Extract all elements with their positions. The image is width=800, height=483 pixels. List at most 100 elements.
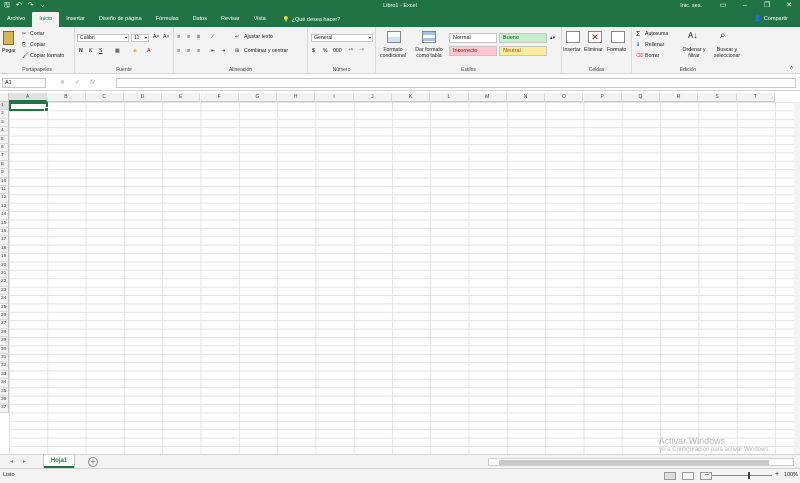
row-header[interactable]: 35 [0,387,9,396]
merge-center-icon[interactable]: ⊞ [235,48,239,54]
row-header[interactable]: 20 [0,261,9,270]
column-header[interactable]: Q [621,93,661,102]
orientation-icon[interactable]: ⟋ [211,34,215,41]
style-bad[interactable]: Incorrecto [449,46,497,56]
row-header[interactable]: 14 [0,211,9,220]
row-header[interactable]: 26 [0,312,9,321]
delete-cells-button[interactable]: Eliminar [584,47,603,53]
number-format-select[interactable]: General ▾ [311,34,373,42]
cut-icon[interactable]: ✂ [22,31,26,37]
font-name-select[interactable]: Calibri ▾ [77,34,129,42]
copy-icon[interactable]: ⎘ [22,42,26,49]
column-header[interactable]: P [583,93,622,102]
row-header[interactable]: 19 [0,253,9,262]
row-header[interactable]: 2 [0,110,9,119]
horizontal-scrollbar[interactable] [488,458,794,466]
wrap-text-button[interactable]: Ajustar texto [244,34,273,40]
column-header[interactable]: G [238,93,278,102]
zoom-knob[interactable] [748,472,750,479]
format-as-table-button[interactable]: Dar formato como tabla [411,47,447,59]
style-normal[interactable]: Normal [449,33,497,43]
format-cells-button[interactable]: Formato [607,47,626,53]
row-header[interactable]: 3 [0,118,9,128]
add-sheet-icon[interactable]: + [88,457,98,467]
align-right-icon[interactable]: ≡ [197,48,200,54]
zoom-in-icon[interactable]: + [775,471,779,478]
column-header[interactable]: L [430,93,469,102]
column-header[interactable]: E [162,93,201,102]
row-header[interactable]: 22 [0,278,9,287]
column-header[interactable]: K [392,93,431,102]
column-header[interactable]: S [698,93,737,102]
styles-scroll-icon[interactable]: ▴▾ [550,35,555,41]
align-left-icon[interactable]: ≡ [177,48,180,54]
normal-view-icon[interactable] [664,472,676,480]
row-header[interactable]: 27 [0,320,9,329]
sign-in-link[interactable]: Inic. ses. [680,0,702,12]
row-header[interactable]: 37 [0,404,9,413]
column-header[interactable]: C [85,93,124,102]
row-header[interactable]: 21 [0,270,9,279]
sort-filter-icon[interactable]: A↓ [688,31,697,40]
enter-icon[interactable]: ✓ [75,78,80,88]
name-box[interactable]: A1 [2,78,46,88]
column-header[interactable]: R [660,93,699,102]
zoom-slider[interactable] [712,472,772,479]
row-header[interactable]: 24 [0,295,9,304]
decrease-indent-icon[interactable]: ⇤ [211,48,215,54]
autosum-button[interactable]: Autosuma [645,31,668,37]
row-header[interactable]: 12 [0,194,9,203]
autosum-icon[interactable]: Σ [636,31,640,38]
cancel-icon[interactable]: ✕ [60,78,65,88]
row-header[interactable]: 9 [0,169,9,178]
style-neutral[interactable]: Neutral [499,46,547,56]
tab-revisar[interactable]: Revisar [214,12,247,27]
percent-button[interactable]: % [323,48,328,54]
row-header[interactable]: 17 [0,236,9,245]
formula-input[interactable] [116,78,796,88]
row-header[interactable]: 30 [0,345,9,354]
active-cell[interactable] [9,102,49,112]
increase-indent-icon[interactable]: ⇥ [221,48,225,54]
format-painter-icon[interactable]: 🖌 [22,53,29,59]
copy-button[interactable]: Copiar [30,42,45,48]
column-header[interactable]: H [277,93,316,102]
row-header[interactable]: 8 [0,160,9,170]
fill-color-icon[interactable]: ◈ [133,48,137,54]
collapse-ribbon-icon[interactable]: ˄ [790,65,793,71]
column-header[interactable]: T [736,93,775,102]
column-header[interactable]: A [9,93,48,102]
grow-font-icon[interactable]: A˄ [153,34,160,40]
row-header[interactable]: 28 [0,328,9,338]
clear-button[interactable]: Borrar [645,53,659,59]
cell-area[interactable] [9,102,800,454]
select-all-corner[interactable] [0,93,9,102]
tab-datos[interactable]: Datos [186,12,214,27]
tab-diseno[interactable]: Diseño de página [92,12,149,27]
column-header[interactable]: M [468,93,507,102]
row-header[interactable]: 23 [0,286,9,296]
tab-vista[interactable]: Vista [247,12,273,27]
row-header[interactable]: 13 [0,202,9,212]
row-header[interactable]: 31 [0,354,9,363]
row-header[interactable]: 15 [0,219,9,228]
page-layout-view-icon[interactable] [682,472,694,480]
align-center-icon[interactable]: ≡ [187,48,190,54]
clear-icon[interactable]: ⌫ [636,53,643,59]
column-header[interactable]: B [47,93,86,102]
align-top-icon[interactable]: ≡ [177,34,180,40]
row-header[interactable]: 34 [0,379,9,388]
align-middle-icon[interactable]: ≡ [187,34,190,40]
paste-icon[interactable] [3,31,14,45]
conditional-format-icon[interactable] [387,31,401,43]
sheet-tab-hoja1[interactable]: Hoja1 [44,455,74,468]
maximize-icon[interactable]: ❐ [756,0,778,12]
column-header[interactable]: I [315,93,354,102]
row-header[interactable]: 7 [0,152,9,161]
row-header[interactable]: 16 [0,228,9,237]
conditional-format-button[interactable]: Formato condicional [377,47,409,59]
underline-button[interactable]: S [99,48,102,54]
minimize-icon[interactable]: – [734,0,756,12]
find-select-button[interactable]: Buscar y seleccionar [710,47,744,59]
paste-button[interactable]: Pegar [2,48,16,54]
